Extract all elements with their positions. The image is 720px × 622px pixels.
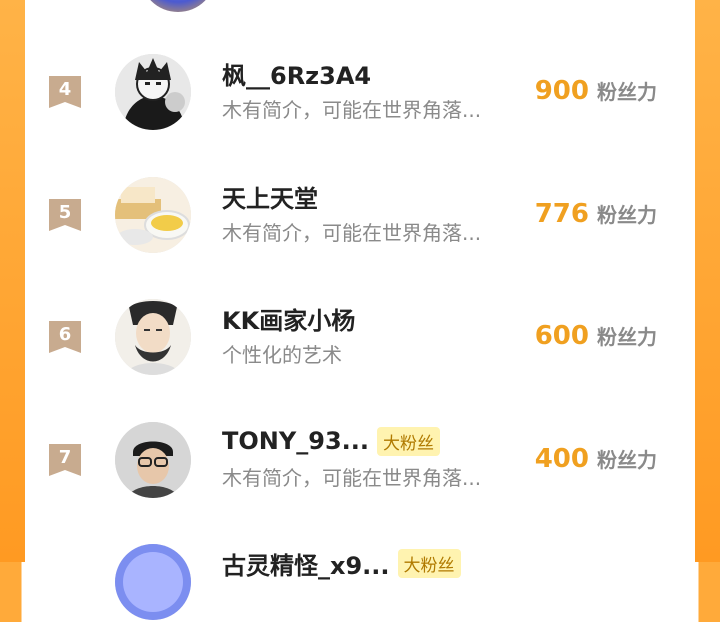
list-item[interactable]: 6 KK画家小杨 个性化的艺术 600 粉丝力	[25, 297, 695, 377]
rank-badge: 4	[47, 74, 83, 110]
list-item[interactable]: 4 枫__6Rz3A4 木有简介，可能在世界角落... 900 粉丝力	[25, 52, 695, 132]
user-name[interactable]: TONY_93...	[222, 427, 369, 455]
fan-power-score: 776 粉丝力	[535, 199, 657, 229]
big-fan-tag: 大粉丝	[377, 426, 440, 456]
fan-power-score: 400 粉丝力	[535, 444, 657, 474]
big-fan-tag: 大粉丝	[397, 548, 461, 578]
avatar-partial-top	[140, 0, 216, 12]
score-value: 776	[534, 199, 589, 229]
score-label: 粉丝力	[597, 448, 657, 472]
blue-avatar[interactable]	[115, 544, 191, 620]
score-label: 粉丝力	[597, 325, 657, 349]
user-name[interactable]: 天上天堂	[222, 179, 318, 214]
user-name[interactable]: 枫__6Rz3A4	[222, 56, 371, 91]
list-item[interactable]: 古灵精怪_x9... 大粉丝	[25, 542, 695, 622]
left-frame	[0, 0, 25, 562]
right-frame	[695, 0, 720, 562]
score-label: 粉丝力	[597, 80, 657, 104]
user-bio: 木有简介，可能在世界角落...	[222, 221, 482, 245]
rank-badge: 5	[47, 197, 83, 233]
user-bio: 个性化的艺术	[222, 343, 342, 367]
painting-portrait-avatar[interactable]	[115, 299, 191, 375]
user-name[interactable]: KK画家小杨	[222, 301, 355, 336]
user-bio: 木有简介，可能在世界角落...	[222, 466, 482, 490]
man-cap-avatar[interactable]	[115, 422, 191, 498]
user-name[interactable]: 古灵精怪_x9...	[222, 546, 390, 581]
fan-power-score: 600 粉丝力	[535, 321, 657, 351]
tea-avatar[interactable]	[115, 177, 191, 253]
score-value: 400	[534, 444, 589, 474]
list-item[interactable]: 5 天上天堂 木有简介，可能在世界角落... 776 粉丝力	[25, 175, 695, 255]
score-label: 粉丝力	[597, 203, 657, 227]
leaderboard-card: 4 枫__6Rz3A4 木有简介，可能在世界角落... 900 粉丝力 5 天上…	[25, 0, 695, 620]
score-value: 600	[534, 321, 589, 351]
user-bio: 木有简介，可能在世界角落...	[222, 98, 482, 122]
rank-badge: 6	[47, 319, 83, 355]
fan-power-score: 900 粉丝力	[535, 76, 657, 106]
list-item[interactable]: 7 TONY_93... 大粉丝 木有简介，可能在世界角落... 400 粉丝力	[25, 420, 695, 500]
rank-badge: 7	[47, 442, 83, 478]
score-value: 900	[534, 76, 589, 106]
anime-character-avatar[interactable]	[115, 54, 191, 130]
